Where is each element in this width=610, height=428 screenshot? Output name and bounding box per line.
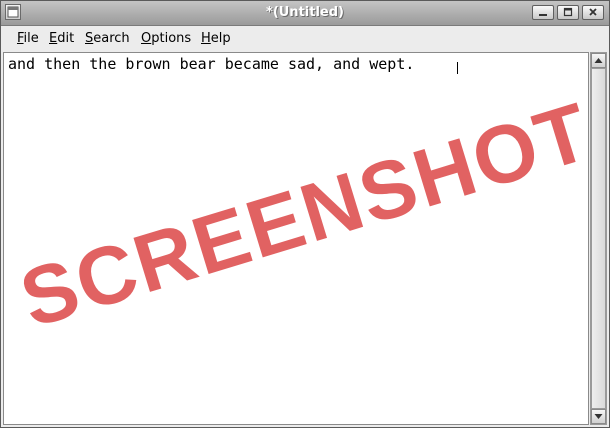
minimize-button[interactable]: [532, 5, 554, 20]
editor-window: *(Untitled) File Edit Search Options Hel…: [0, 0, 610, 428]
maximize-icon: [563, 7, 573, 17]
title-bar[interactable]: *(Untitled): [1, 1, 609, 26]
maximize-button[interactable]: [557, 5, 579, 20]
menu-options-mnemonic: O: [141, 31, 152, 46]
menu-edit-label: dit: [57, 31, 75, 46]
text-area[interactable]: and then the brown bear became sad, and …: [3, 52, 589, 425]
menu-help-label: elp: [210, 31, 231, 46]
arrow-down-icon: [594, 414, 603, 419]
scroll-thumb[interactable]: [591, 68, 606, 409]
menu-edit[interactable]: Edit: [49, 31, 74, 46]
scroll-up-button[interactable]: [591, 53, 606, 68]
menu-edit-mnemonic: E: [49, 31, 58, 46]
menu-help-mnemonic: H: [201, 31, 211, 46]
menu-options[interactable]: Options: [141, 31, 191, 46]
menu-options-label: ptions: [151, 31, 192, 46]
close-button[interactable]: [582, 5, 604, 20]
menu-search-label: earch: [93, 31, 130, 46]
scroll-down-button[interactable]: [591, 409, 606, 424]
menu-bar: File Edit Search Options Help: [1, 26, 609, 50]
minimize-icon: [539, 14, 547, 16]
vertical-scrollbar[interactable]: [590, 52, 607, 425]
arrow-up-icon: [594, 58, 603, 63]
document-text[interactable]: and then the brown bear became sad, and …: [8, 55, 414, 73]
text-caret: [457, 62, 458, 74]
menu-file[interactable]: File: [17, 31, 39, 46]
window-title: *(Untitled): [266, 5, 344, 20]
menu-search[interactable]: Search: [85, 31, 130, 46]
menu-file-label: ile: [23, 31, 39, 46]
menu-help[interactable]: Help: [201, 31, 231, 46]
close-icon: [589, 8, 597, 16]
